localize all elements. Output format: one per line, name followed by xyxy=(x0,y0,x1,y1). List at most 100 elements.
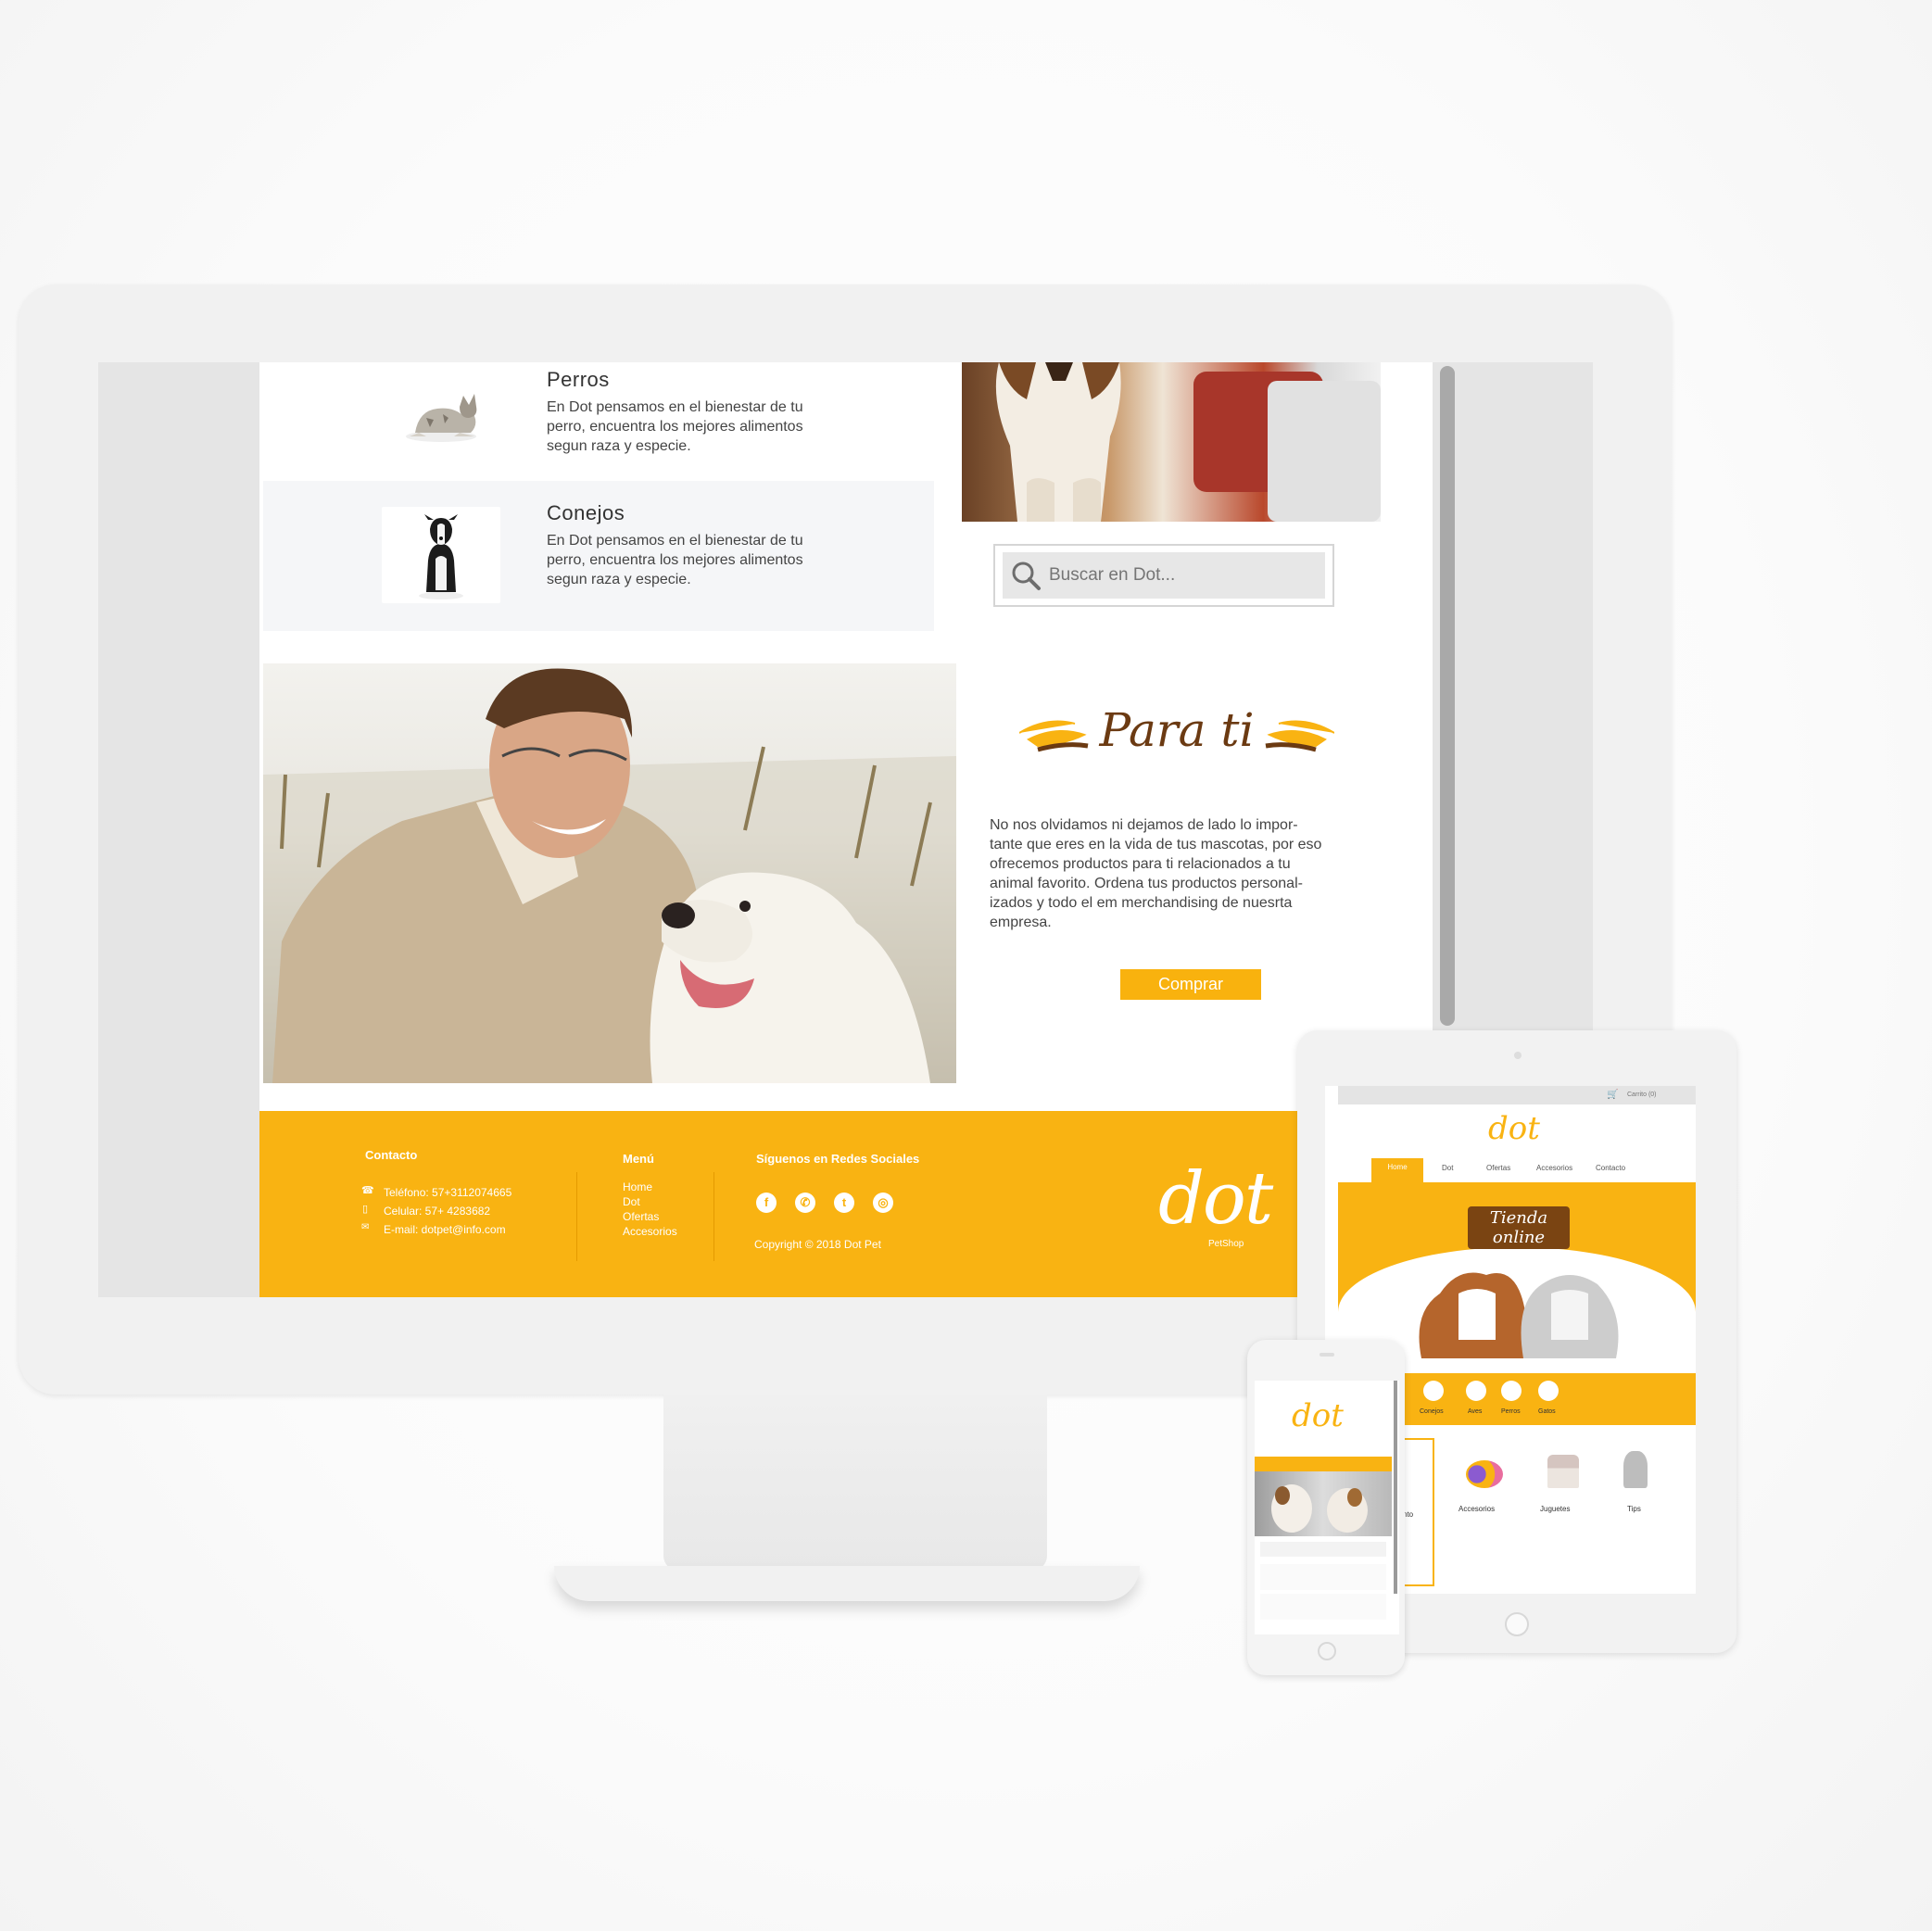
footer-mobile: Celular: 57+ 4283682 xyxy=(384,1205,491,1218)
category-gatos[interactable]: Gatos xyxy=(1538,1408,1556,1415)
website-page: Perros En Dot pensamos en el bienestar d… xyxy=(259,362,1433,1297)
category-conejos-icon[interactable] xyxy=(1423,1381,1444,1401)
phone-home-button[interactable] xyxy=(1318,1642,1336,1660)
category-perros-icon[interactable] xyxy=(1501,1381,1522,1401)
footer-phone: Teléfono: 57+3112074665 xyxy=(384,1186,512,1199)
monitor-stand-foot xyxy=(554,1566,1140,1601)
footer-menu-dot[interactable]: Dot xyxy=(623,1194,640,1209)
promo-line: No nos olvidamos ni dejamos de lado lo i… xyxy=(990,817,1298,833)
promo-line: ofrecemos productos para ti relacionados… xyxy=(990,856,1291,872)
promo-line: empresa. xyxy=(990,915,1052,930)
footer-logo: dot PetShop xyxy=(1155,1139,1294,1259)
tablet-nav-dot[interactable]: Dot xyxy=(1442,1164,1453,1172)
tablet-logo: dot xyxy=(1488,1110,1540,1147)
category-gatos-icon[interactable] xyxy=(1538,1381,1559,1401)
tablet-nav-home[interactable]: Home xyxy=(1371,1158,1423,1182)
twitter-icon[interactable]: t xyxy=(834,1193,854,1213)
para-ti-text: Para ti xyxy=(1099,703,1255,757)
tablet-product-accesorios[interactable]: Accesorios xyxy=(1457,1442,1512,1581)
tablet-product-accesorios-label: Accesorios xyxy=(1458,1505,1496,1513)
promo-line: animal favorito. Ordena tus productos pe… xyxy=(990,876,1303,891)
tablet-camera xyxy=(1514,1052,1522,1059)
cat-thumbnail xyxy=(382,362,500,459)
tablet-home-button[interactable] xyxy=(1505,1612,1529,1636)
phone-screen: dot xyxy=(1255,1381,1399,1634)
footer-menu-ofertas[interactable]: Ofertas xyxy=(623,1209,659,1224)
promo-text: No nos olvidamos ni dejamos de lado lo i… xyxy=(990,815,1358,932)
description-line: perro, encuentra los mejores alimentos xyxy=(547,419,803,435)
phone-tabs xyxy=(1260,1542,1386,1557)
tablet-nav-contacto[interactable]: Contacto xyxy=(1596,1164,1625,1172)
phone-scrollbar[interactable] xyxy=(1394,1381,1397,1594)
product-title: Perros xyxy=(547,368,610,391)
mockup-stage: Perros En Dot pensamos en el bienestar d… xyxy=(0,0,1932,1931)
tablet-product-juguetes[interactable]: Juguetes xyxy=(1534,1442,1590,1581)
pet-house-image xyxy=(1547,1455,1579,1488)
description-line: En Dot pensamos en el bienestar de tu xyxy=(547,399,803,415)
promo-line: izados y todo el em merchandising de nue… xyxy=(990,895,1293,911)
category-aves-icon[interactable] xyxy=(1466,1381,1486,1401)
product-row-conejos[interactable]: Conejos En Dot pensamos en el bienestar … xyxy=(263,481,934,631)
beagle-photo xyxy=(962,362,1381,522)
footer-menu-heading: Menú xyxy=(623,1152,654,1166)
phone-list-item[interactable] xyxy=(1260,1594,1386,1620)
phone-icon: ☎ xyxy=(361,1185,374,1196)
product-description: En Dot pensamos en el bienestar de tu pe… xyxy=(547,531,852,589)
tablet-cart[interactable]: Carrito (0) xyxy=(1627,1092,1657,1098)
search-icon[interactable] xyxy=(1010,560,1042,591)
category-perros[interactable]: Perros xyxy=(1501,1408,1521,1415)
instagram-icon[interactable]: ◎ xyxy=(873,1193,893,1213)
phone-speaker xyxy=(1320,1353,1334,1357)
whatsapp-icon[interactable]: ✆ xyxy=(795,1193,815,1213)
search-field-bg xyxy=(1003,552,1325,599)
site-footer: Contacto ☎ Teléfono: 57+3112074665 ▯ Cel… xyxy=(259,1111,1300,1297)
cart-icon[interactable]: 🛒 xyxy=(1607,1090,1618,1100)
mail-icon: ✉ xyxy=(361,1222,370,1232)
mobile-icon: ▯ xyxy=(362,1204,369,1215)
description-line: perro, encuentra los mejores alimentos xyxy=(547,552,803,568)
footer-menu-accesorios[interactable]: Accesorios xyxy=(623,1224,677,1239)
tablet-product-tips-label: Tips xyxy=(1627,1505,1641,1513)
product-title: Conejos xyxy=(547,501,625,524)
scrollbar-thumb[interactable] xyxy=(1440,366,1455,1026)
tablet-product-juguetes-label: Juguetes xyxy=(1540,1505,1571,1513)
description-line: segun raza y especie. xyxy=(547,438,691,454)
promo-line: tante que eres en la vida de tus mascota… xyxy=(990,837,1322,852)
footer-email[interactable]: E-mail: dotpet@info.com xyxy=(384,1222,506,1237)
footer-divider xyxy=(576,1172,577,1261)
man-with-dog-photo xyxy=(263,663,956,1083)
tablet-banner-title: Tienda online xyxy=(1468,1206,1570,1249)
comprar-button[interactable]: Comprar xyxy=(1120,969,1261,1000)
tablet-nav-accesorios[interactable]: Accesorios xyxy=(1536,1164,1572,1172)
search-input[interactable] xyxy=(1049,552,1318,599)
search-box xyxy=(993,544,1334,607)
dog-tips-image xyxy=(1623,1451,1648,1488)
phone-list-item[interactable] xyxy=(1260,1564,1386,1590)
category-conejos[interactable]: Conejos xyxy=(1420,1408,1444,1415)
phone-hero-image xyxy=(1255,1471,1392,1536)
footer-copyright: Copyright © 2018 Dot Pet xyxy=(754,1238,881,1251)
footer-social-heading: Síguenos en Redes Sociales xyxy=(756,1152,920,1166)
phone-logo: dot xyxy=(1292,1397,1344,1434)
footer-logo-text: dot xyxy=(1158,1157,1273,1241)
footer-menu-home[interactable]: Home xyxy=(623,1180,652,1194)
description-line: En Dot pensamos en el bienestar de tu xyxy=(547,533,803,549)
scrollbar[interactable] xyxy=(1436,362,1457,1029)
tablet-nav: Home Dot Ofertas Accesorios Contacto xyxy=(1338,1158,1696,1182)
facebook-icon[interactable]: f xyxy=(756,1193,777,1213)
tablet-banner-pets xyxy=(1412,1256,1625,1358)
description-line: segun raza y especie. xyxy=(547,572,691,587)
dog-thumbnail xyxy=(382,507,500,603)
para-ti-heading: Para ti xyxy=(1018,688,1335,772)
category-aves[interactable]: Aves xyxy=(1468,1408,1482,1415)
yarn-balls-image xyxy=(1466,1460,1503,1488)
footer-contact-heading: Contacto xyxy=(365,1148,418,1162)
monitor-stand-neck xyxy=(663,1395,1047,1571)
tablet-nav-ofertas[interactable]: Ofertas xyxy=(1486,1164,1510,1172)
tablet-product-tips[interactable]: Tips xyxy=(1609,1442,1664,1581)
product-row-perros[interactable]: Perros En Dot pensamos en el bienestar d… xyxy=(263,362,934,481)
phone-social-bar xyxy=(1255,1457,1392,1471)
footer-logo-sub: PetShop xyxy=(1208,1239,1244,1249)
footer-divider xyxy=(713,1172,714,1261)
product-description: En Dot pensamos en el bienestar de tu pe… xyxy=(547,398,852,456)
